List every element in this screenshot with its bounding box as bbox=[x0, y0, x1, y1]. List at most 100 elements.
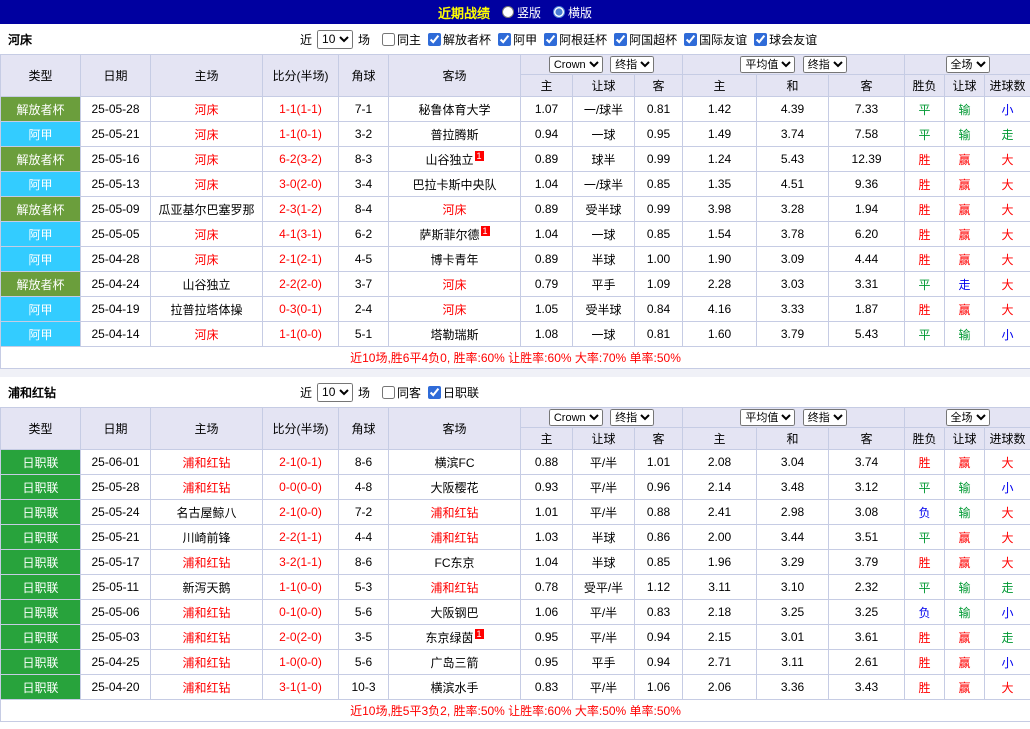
match-score[interactable]: 1-1(1-1) bbox=[263, 97, 339, 122]
match-score[interactable]: 2-0(2-0) bbox=[263, 625, 339, 650]
match-score[interactable]: 3-1(1-0) bbox=[263, 675, 339, 700]
away-team[interactable]: 山谷独立1 bbox=[389, 147, 521, 172]
match-score[interactable]: 2-3(1-2) bbox=[263, 197, 339, 222]
match-score[interactable]: 0-0(0-0) bbox=[263, 475, 339, 500]
away-team[interactable]: 萨斯菲尔德1 bbox=[389, 222, 521, 247]
home-team[interactable]: 河床 bbox=[151, 247, 263, 272]
home-team[interactable]: 河床 bbox=[151, 172, 263, 197]
odds-stage-select[interactable]: 终指 bbox=[610, 409, 654, 426]
horizontal-layout-radio[interactable] bbox=[553, 6, 565, 18]
scope-select[interactable]: 全场 bbox=[946, 56, 990, 73]
filter-checkbox[interactable]: 同主 bbox=[382, 31, 421, 48]
match-score[interactable]: 3-0(2-0) bbox=[263, 172, 339, 197]
avg-stage-select[interactable]: 终指 bbox=[803, 56, 847, 73]
home-team[interactable]: 瓜亚基尔巴塞罗那 bbox=[151, 197, 263, 222]
checkbox-input[interactable] bbox=[428, 386, 441, 399]
away-team[interactable]: 大阪钢巴 bbox=[389, 600, 521, 625]
match-score[interactable]: 0-3(0-1) bbox=[263, 297, 339, 322]
match-date: 25-05-09 bbox=[81, 197, 151, 222]
away-team[interactable]: 博卡青年 bbox=[389, 247, 521, 272]
match-score[interactable]: 0-1(0-0) bbox=[263, 600, 339, 625]
recent-matches-table: 类型 日期 主场 比分(半场) 角球 客场 Crown 终指 平均值 终指 全场 bbox=[0, 54, 1030, 369]
match-score[interactable]: 1-0(0-0) bbox=[263, 650, 339, 675]
layout-option-vertical[interactable]: 竖版 bbox=[502, 4, 541, 21]
match-score[interactable]: 1-1(0-0) bbox=[263, 322, 339, 347]
away-team[interactable]: 普拉腾斯 bbox=[389, 122, 521, 147]
away-team[interactable]: 浦和红钻 bbox=[389, 525, 521, 550]
away-team[interactable]: 横滨水手 bbox=[389, 675, 521, 700]
filter-checkbox[interactable]: 阿根廷杯 bbox=[544, 31, 607, 48]
home-team[interactable]: 浦和红钻 bbox=[151, 650, 263, 675]
layout-option-horizontal[interactable]: 横版 bbox=[553, 4, 592, 21]
recent-count-select[interactable]: 10 bbox=[317, 383, 353, 402]
home-team[interactable]: 浦和红钻 bbox=[151, 475, 263, 500]
away-team[interactable]: 巴拉卡斯中央队 bbox=[389, 172, 521, 197]
away-team[interactable]: 东京绿茵1 bbox=[389, 625, 521, 650]
checkbox-input[interactable] bbox=[684, 33, 697, 46]
home-team[interactable]: 山谷独立 bbox=[151, 272, 263, 297]
away-team[interactable]: 横滨FC bbox=[389, 450, 521, 475]
match-score[interactable]: 4-1(3-1) bbox=[263, 222, 339, 247]
filter-checkbox[interactable]: 阿国超杯 bbox=[614, 31, 677, 48]
home-team[interactable]: 浦和红钻 bbox=[151, 550, 263, 575]
bookmaker-select[interactable]: Crown bbox=[549, 409, 603, 426]
home-team[interactable]: 浦和红钻 bbox=[151, 625, 263, 650]
match-score[interactable]: 1-1(0-0) bbox=[263, 575, 339, 600]
checkbox-input[interactable] bbox=[382, 386, 395, 399]
home-team[interactable]: 浦和红钻 bbox=[151, 600, 263, 625]
vertical-layout-radio[interactable] bbox=[502, 6, 514, 18]
home-team[interactable]: 浦和红钻 bbox=[151, 450, 263, 475]
home-team[interactable]: 河床 bbox=[151, 222, 263, 247]
average-odds-select[interactable]: 平均值 bbox=[740, 409, 795, 426]
away-team[interactable]: 大阪樱花 bbox=[389, 475, 521, 500]
match-score[interactable]: 2-2(2-0) bbox=[263, 272, 339, 297]
checkbox-input[interactable] bbox=[754, 33, 767, 46]
match-score[interactable]: 2-1(0-0) bbox=[263, 500, 339, 525]
checkbox-input[interactable] bbox=[382, 33, 395, 46]
filter-checkbox[interactable]: 同客 bbox=[382, 384, 421, 401]
home-team[interactable]: 拉普拉塔体操 bbox=[151, 297, 263, 322]
filter-checkbox[interactable]: 国际友谊 bbox=[684, 31, 747, 48]
checkbox-input[interactable] bbox=[544, 33, 557, 46]
avg-home-odds: 2.00 bbox=[683, 525, 757, 550]
recent-count-select[interactable]: 10 bbox=[317, 30, 353, 49]
home-team[interactable]: 名古屋鲸八 bbox=[151, 500, 263, 525]
checkbox-input[interactable] bbox=[428, 33, 441, 46]
corner-count: 4-5 bbox=[339, 247, 389, 272]
match-score[interactable]: 2-2(1-1) bbox=[263, 525, 339, 550]
home-team[interactable]: 河床 bbox=[151, 97, 263, 122]
match-score[interactable]: 2-1(2-1) bbox=[263, 247, 339, 272]
home-team[interactable]: 新泻天鹅 bbox=[151, 575, 263, 600]
away-team[interactable]: 广岛三箭 bbox=[389, 650, 521, 675]
away-team[interactable]: 河床 bbox=[389, 272, 521, 297]
away-team[interactable]: 河床 bbox=[389, 297, 521, 322]
odds-stage-select[interactable]: 终指 bbox=[610, 56, 654, 73]
filter-checkbox[interactable]: 阿甲 bbox=[498, 31, 537, 48]
avg-stage-select[interactable]: 终指 bbox=[803, 409, 847, 426]
match-score[interactable]: 6-2(3-2) bbox=[263, 147, 339, 172]
filter-checkbox[interactable]: 球会友谊 bbox=[754, 31, 817, 48]
home-team[interactable]: 浦和红钻 bbox=[151, 675, 263, 700]
away-team[interactable]: 塔勒瑞斯 bbox=[389, 322, 521, 347]
home-team[interactable]: 川崎前锋 bbox=[151, 525, 263, 550]
home-team[interactable]: 河床 bbox=[151, 147, 263, 172]
away-team[interactable]: 浦和红钻 bbox=[389, 500, 521, 525]
average-odds-select[interactable]: 平均值 bbox=[740, 56, 795, 73]
away-team[interactable]: 河床 bbox=[389, 197, 521, 222]
match-score[interactable]: 3-2(1-1) bbox=[263, 550, 339, 575]
away-team[interactable]: FC东京 bbox=[389, 550, 521, 575]
filter-checkbox[interactable]: 日职联 bbox=[428, 384, 479, 401]
scope-select[interactable]: 全场 bbox=[946, 409, 990, 426]
filter-checkbox[interactable]: 解放者杯 bbox=[428, 31, 491, 48]
match-score[interactable]: 2-1(0-1) bbox=[263, 450, 339, 475]
checkbox-input[interactable] bbox=[614, 33, 627, 46]
corner-count: 3-2 bbox=[339, 122, 389, 147]
result-handicap: 赢 bbox=[945, 625, 985, 650]
away-team[interactable]: 浦和红钻 bbox=[389, 575, 521, 600]
checkbox-input[interactable] bbox=[498, 33, 511, 46]
home-team[interactable]: 河床 bbox=[151, 322, 263, 347]
match-score[interactable]: 1-1(0-1) bbox=[263, 122, 339, 147]
away-team[interactable]: 秘鲁体育大学 bbox=[389, 97, 521, 122]
home-team[interactable]: 河床 bbox=[151, 122, 263, 147]
bookmaker-select[interactable]: Crown bbox=[549, 56, 603, 73]
